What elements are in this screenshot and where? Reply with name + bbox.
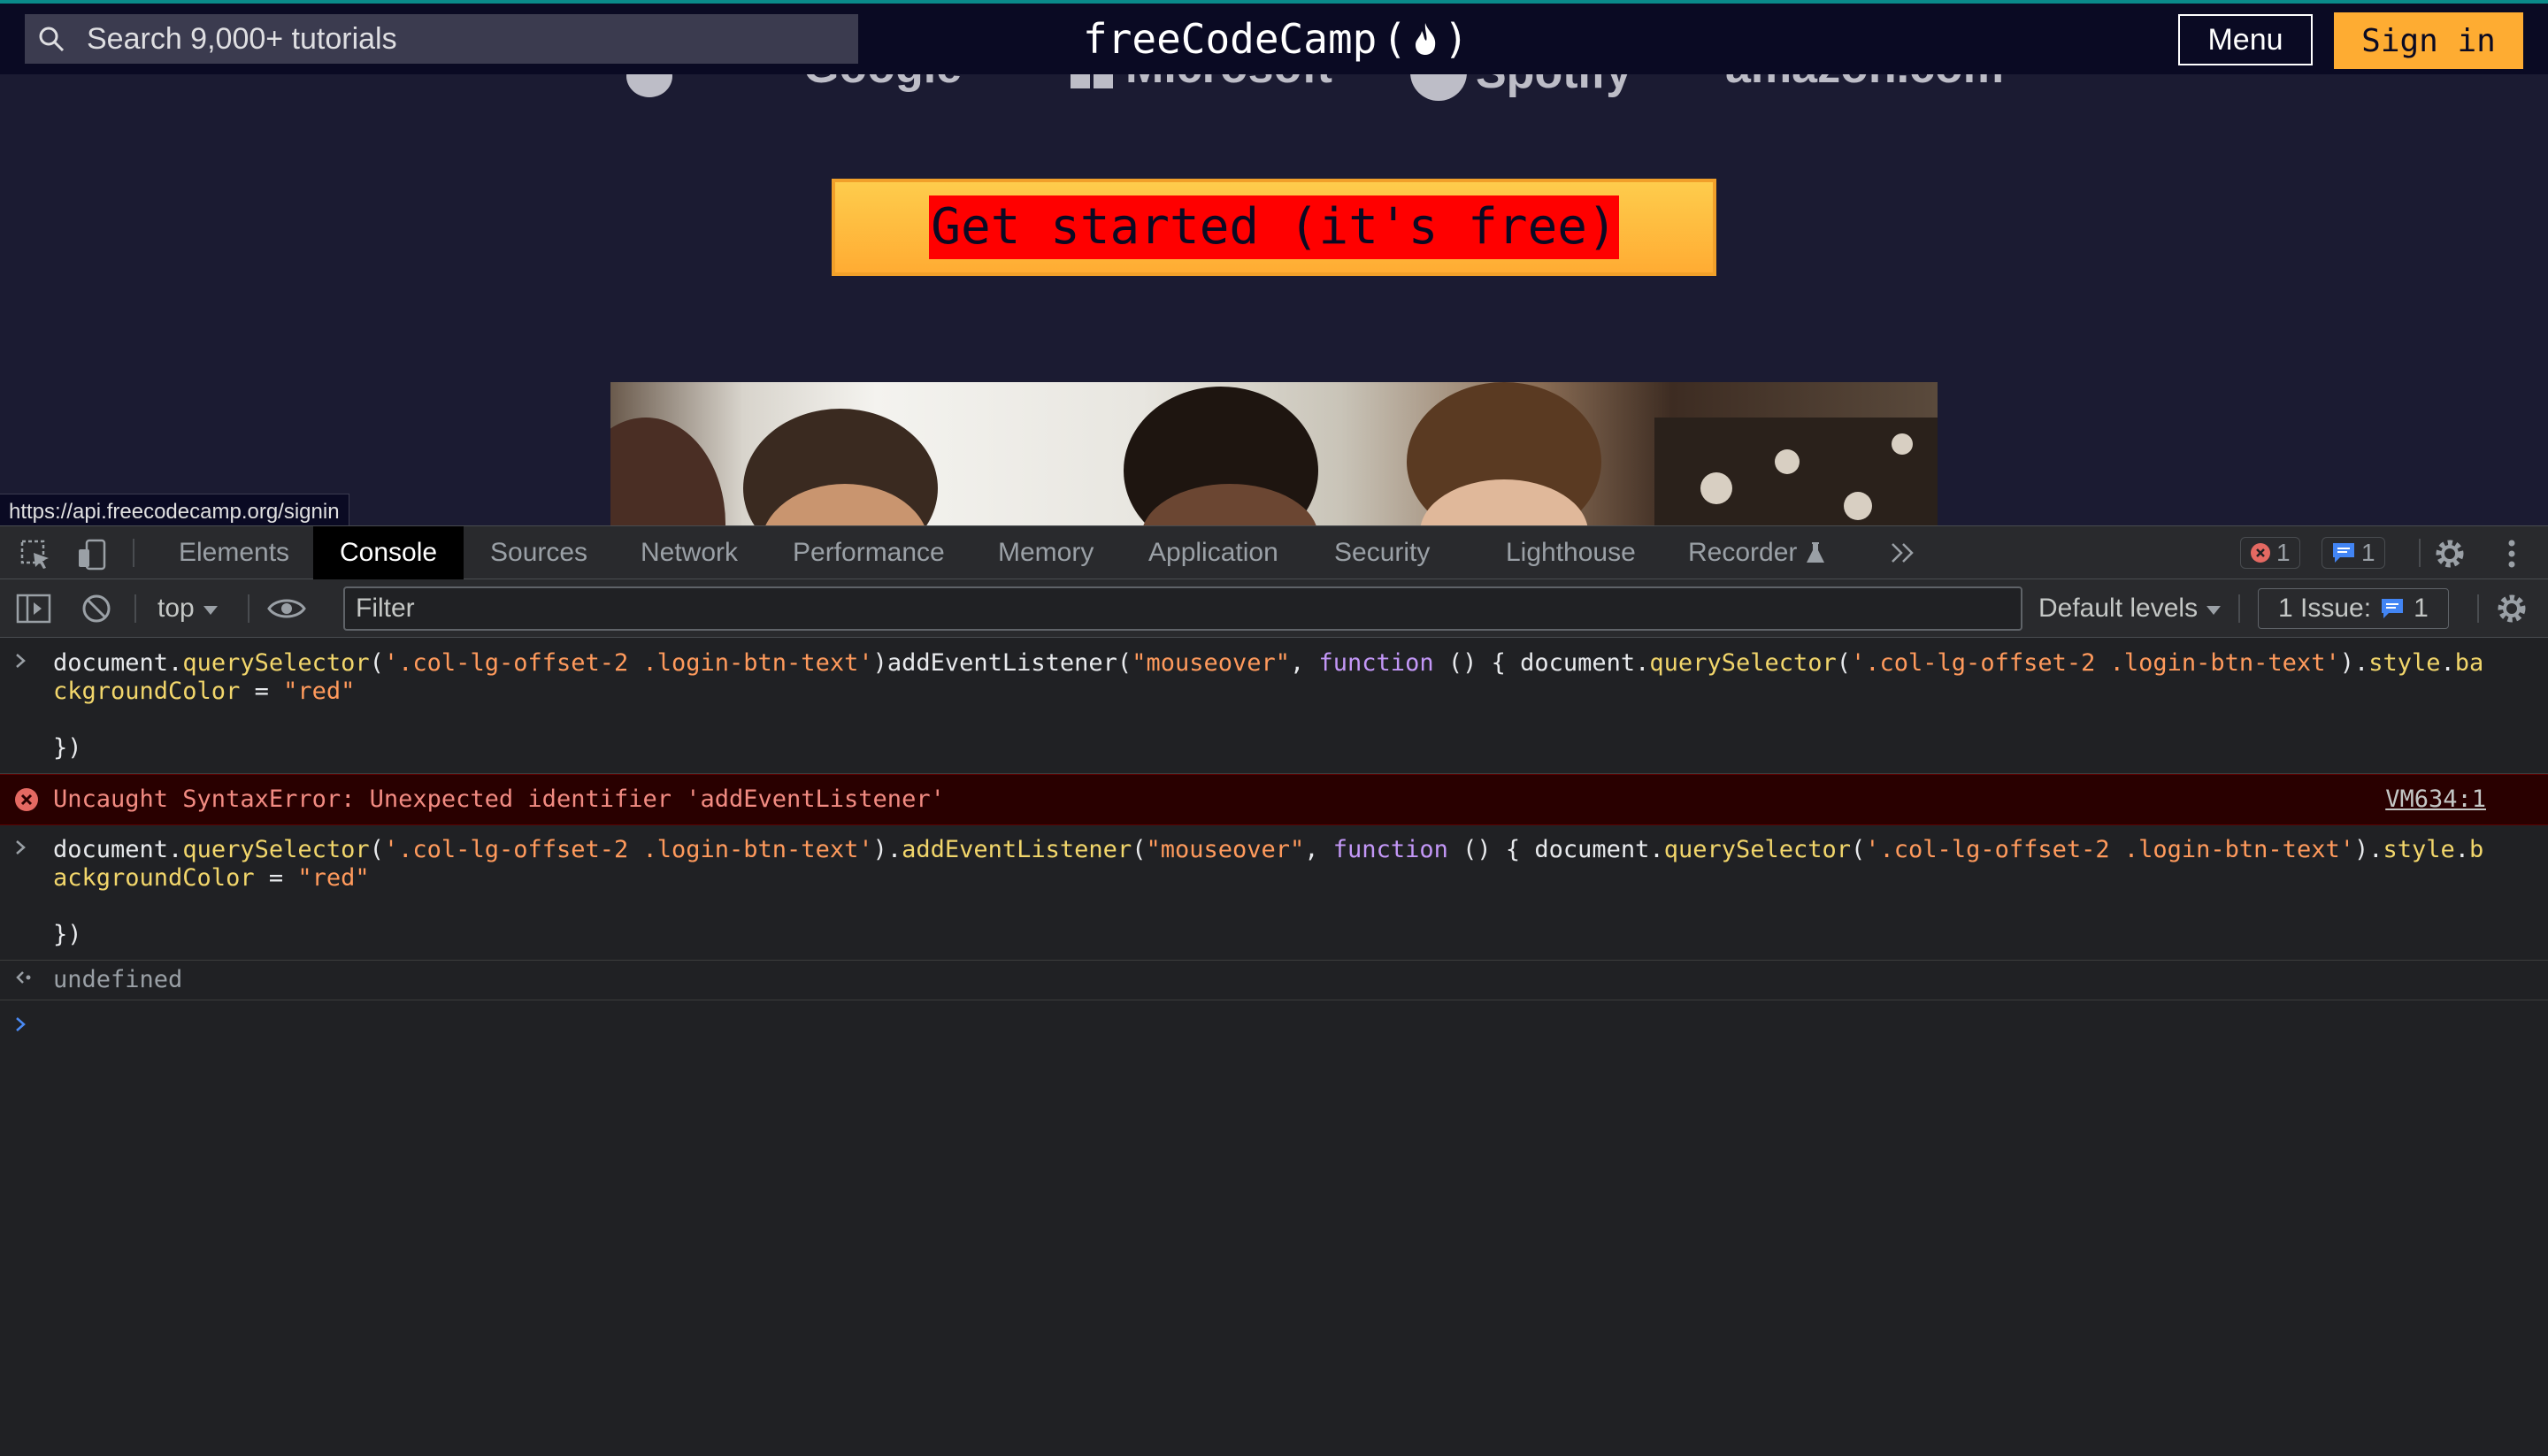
- tab-console[interactable]: Console: [313, 526, 464, 579]
- search-bar[interactable]: [25, 14, 858, 64]
- console-settings-gear-icon[interactable]: [2495, 592, 2529, 630]
- result-value: undefined: [53, 966, 183, 993]
- inspect-element-icon[interactable]: [19, 539, 51, 575]
- toolbar-separator: [248, 594, 249, 623]
- tab-network[interactable]: Network: [614, 526, 764, 579]
- console-error-entry[interactable]: Uncaught SyntaxError: Unexpected identif…: [0, 774, 2548, 825]
- show-sidebar-icon[interactable]: [16, 594, 51, 628]
- console-output: document.querySelector('.col-lg-offset-2…: [0, 639, 2548, 1048]
- caret-down-icon: [2205, 594, 2222, 624]
- console-command-text: document.querySelector('.col-lg-offset-2…: [53, 836, 2484, 948]
- sign-in-button[interactable]: Sign in: [2334, 12, 2523, 69]
- more-tabs-icon[interactable]: [1890, 540, 1916, 570]
- log-levels-label: Default levels: [2038, 594, 2199, 623]
- error-circle-icon: [2251, 543, 2270, 563]
- prompt-chevron-icon: [14, 1013, 28, 1041]
- context-label: top: [157, 594, 195, 623]
- message-count-badge[interactable]: 1: [2322, 537, 2385, 569]
- issue-message-icon: [2382, 599, 2404, 618]
- error-count-badge[interactable]: 1: [2240, 537, 2300, 569]
- devtools-panel: Elements Console Sources Network Perform…: [0, 525, 2548, 1456]
- tab-elements[interactable]: Elements: [152, 526, 316, 579]
- status-bar-url: https://api.freecodecamp.org/signin: [0, 494, 349, 525]
- toolbar-separator: [2477, 594, 2479, 623]
- input-chevron-icon: [14, 649, 28, 678]
- console-input-entry[interactable]: document.querySelector('.col-lg-offset-2…: [0, 825, 2548, 961]
- console-result-entry: undefined: [0, 961, 2548, 1000]
- settings-gear-icon[interactable]: [2433, 537, 2467, 575]
- caret-down-icon: [202, 594, 219, 624]
- live-expression-eye-icon[interactable]: [267, 595, 306, 626]
- issues-button[interactable]: 1 Issue: 1: [2258, 588, 2449, 629]
- tab-recorder[interactable]: Recorder: [1662, 526, 1852, 579]
- brand-paren-close: ): [1444, 15, 1469, 63]
- tab-application[interactable]: Application: [1122, 526, 1305, 579]
- error-message: Uncaught SyntaxError: Unexpected identif…: [53, 785, 945, 813]
- tab-memory[interactable]: Memory: [971, 526, 1120, 579]
- clear-console-icon[interactable]: [81, 594, 111, 628]
- tab-performance[interactable]: Performance: [766, 526, 971, 579]
- search-input[interactable]: [78, 21, 858, 57]
- kebab-menu-icon[interactable]: [2506, 537, 2518, 575]
- top-navbar: freeCodeCamp( ) Menu Sign in: [0, 4, 2548, 74]
- devtools-tabbar: Elements Console Sources Network Perform…: [0, 526, 2548, 579]
- tab-security[interactable]: Security: [1308, 526, 1456, 579]
- context-selector[interactable]: top: [157, 579, 219, 638]
- get-started-button[interactable]: Get started (it's free): [832, 179, 1716, 276]
- brand-text: freeCodeCamp: [1083, 15, 1378, 63]
- log-levels-dropdown[interactable]: Default levels: [2038, 579, 2222, 638]
- console-toolbar: top Default levels 1 Issue: 1: [0, 579, 2548, 638]
- tab-separator: [2419, 539, 2421, 567]
- toolbar-separator: [134, 594, 136, 623]
- toolbar-separator: [2238, 594, 2240, 623]
- tab-lighthouse[interactable]: Lighthouse: [1479, 526, 1662, 579]
- tab-sources[interactable]: Sources: [464, 526, 614, 579]
- console-command-text: document.querySelector('.col-lg-offset-2…: [53, 649, 2484, 762]
- menu-button[interactable]: Menu: [2178, 14, 2313, 65]
- experiment-flask-icon: [1806, 541, 1825, 564]
- message-count: 1: [2361, 539, 2375, 566]
- result-arrow-icon: [14, 966, 34, 994]
- error-count: 1: [2276, 539, 2291, 566]
- freecodecamp-logo[interactable]: freeCodeCamp( ): [1083, 11, 1469, 67]
- search-icon: [25, 26, 78, 52]
- tab-recorder-label: Recorder: [1688, 538, 1798, 567]
- input-chevron-icon: [14, 836, 28, 864]
- console-prompt-input[interactable]: [0, 1000, 2548, 1048]
- hero-photo: [610, 382, 1938, 525]
- flame-icon: [1412, 21, 1439, 57]
- issues-label: 1 Issue:: [2278, 594, 2372, 623]
- issues-count: 1: [2414, 594, 2429, 623]
- device-toolbar-icon[interactable]: [76, 539, 108, 575]
- get-started-label: Get started (it's free): [929, 195, 1619, 260]
- webpage-viewport: Google Microsoft Spotify amazon.com free…: [0, 0, 2548, 525]
- message-icon: [2333, 543, 2354, 563]
- console-filter-input[interactable]: [343, 586, 2022, 631]
- error-circle-icon: [14, 787, 39, 819]
- tab-separator: [133, 539, 134, 567]
- console-input-entry[interactable]: document.querySelector('.col-lg-offset-2…: [0, 639, 2548, 774]
- brand-paren-open: (: [1382, 15, 1408, 63]
- error-source-link[interactable]: VM634:1: [2385, 785, 2486, 814]
